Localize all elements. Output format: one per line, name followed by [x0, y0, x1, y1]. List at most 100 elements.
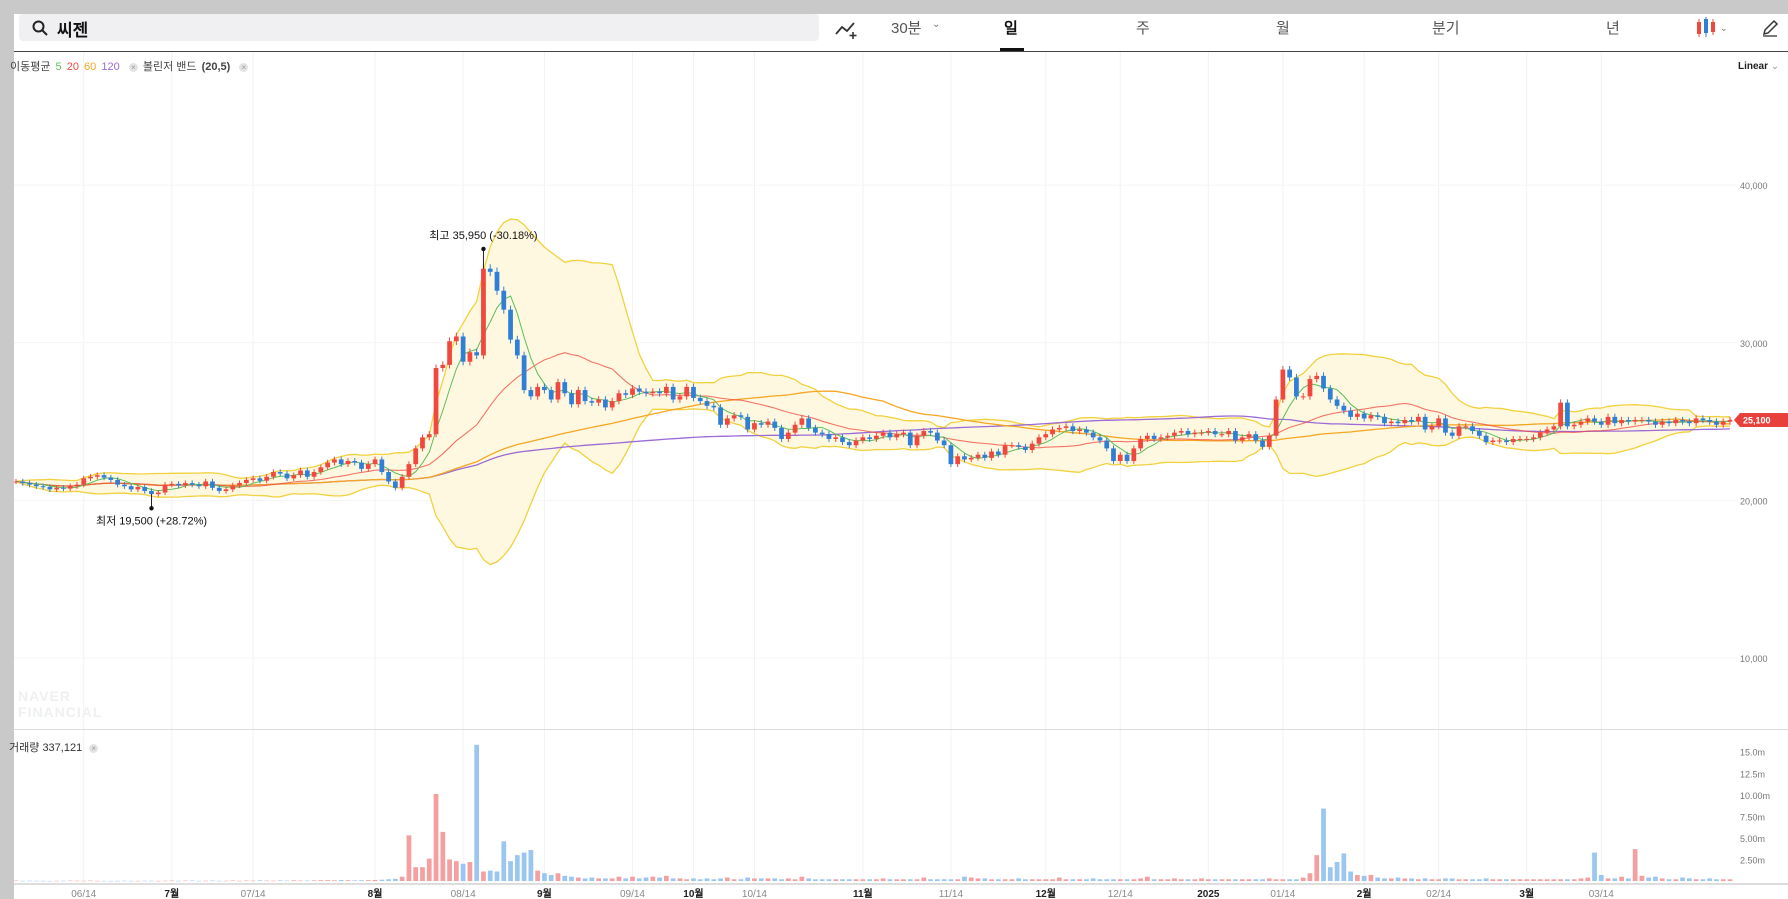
- volume-bar: [1592, 852, 1597, 881]
- candle-type-icon[interactable]: ⌄: [1694, 16, 1730, 40]
- candle-body: [1131, 448, 1137, 461]
- candle-body: [460, 336, 466, 362]
- candle-body: [501, 290, 507, 310]
- bb-label: 볼린저 밴드: [142, 61, 197, 73]
- candle-body: [325, 462, 331, 468]
- volume-bar: [1205, 879, 1211, 881]
- volume-bar: [291, 880, 297, 881]
- volume-bar: [277, 880, 283, 881]
- candle-body: [1443, 418, 1448, 433]
- volume-bar: [1084, 879, 1089, 881]
- volume-bar: [176, 880, 181, 882]
- volume-bar: [27, 880, 32, 882]
- candle-body: [1043, 434, 1049, 438]
- volume-bar: [460, 863, 466, 881]
- volume-bar: [921, 877, 927, 881]
- candle-body: [1314, 375, 1320, 380]
- volume-bar: [1043, 879, 1049, 881]
- candle-body: [731, 415, 737, 419]
- close-icon[interactable]: ×: [89, 743, 99, 753]
- volume-bar: [1151, 879, 1157, 881]
- candle-body: [1009, 445, 1015, 447]
- candle-body: [785, 432, 791, 439]
- tab-year[interactable]: 년: [1606, 17, 1620, 38]
- candle-body: [352, 461, 358, 463]
- candle-body: [1415, 416, 1421, 422]
- volume-bar: [1334, 862, 1340, 881]
- volume-bar: [1199, 878, 1204, 881]
- close-icon[interactable]: ×: [128, 62, 138, 72]
- scale-selector[interactable]: Linear ⌄: [1738, 61, 1779, 72]
- volume-bar: [636, 878, 642, 881]
- tab-month[interactable]: 월: [1276, 17, 1290, 38]
- volume-bar: [521, 852, 527, 881]
- volume-bar: [1348, 871, 1353, 881]
- volume-bar: [738, 879, 744, 881]
- volume-bar: [962, 876, 967, 881]
- volume-bar: [1646, 877, 1652, 881]
- candle-body: [1077, 429, 1082, 432]
- high-annotation: 최고 35,950 (-30.18%): [429, 229, 537, 242]
- candle-body: [474, 352, 480, 356]
- volume-bar: [704, 878, 710, 881]
- search-box[interactable]: 씨젠: [19, 14, 819, 41]
- volume-bar: [569, 876, 574, 881]
- volume-bar: [1720, 879, 1726, 881]
- pencil-icon[interactable]: [1760, 18, 1780, 38]
- volume-bar: [1307, 873, 1313, 881]
- volume-bar: [352, 880, 358, 881]
- volume-bar: [257, 880, 263, 881]
- draw-line-icon[interactable]: [834, 18, 860, 40]
- volume-bar: [372, 879, 378, 881]
- close-icon[interactable]: ×: [239, 62, 249, 72]
- tab-week[interactable]: 주: [1136, 17, 1150, 38]
- search-query[interactable]: 씨젠: [57, 16, 88, 41]
- volume-bar: [894, 879, 900, 881]
- tab-30min[interactable]: 30분: [891, 17, 922, 38]
- volume-bar: [365, 880, 371, 881]
- chevron-down-icon[interactable]: ⌄: [932, 19, 940, 30]
- candle-body: [955, 456, 961, 465]
- x-tick-label: 12월: [1036, 888, 1056, 899]
- candle-body: [386, 472, 391, 482]
- candle-body: [1138, 438, 1143, 449]
- volume-bar: [108, 880, 114, 882]
- volume-bar: [1280, 879, 1286, 881]
- volume-bar: [731, 879, 737, 881]
- volume-bar: [318, 880, 324, 881]
- candle-body: [623, 393, 629, 395]
- volume-bar: [1361, 875, 1367, 881]
- volume-bar: [1585, 877, 1591, 881]
- volume-bar: [819, 879, 825, 881]
- volume-bar: [481, 871, 486, 881]
- volume-bar: [453, 861, 459, 881]
- candle-body: [1084, 429, 1089, 433]
- volume-bar: [1456, 879, 1462, 881]
- volume-bar: [1124, 879, 1130, 881]
- volume-bar: [1131, 879, 1137, 881]
- candle-body: [1341, 405, 1347, 411]
- candle-body: [1673, 420, 1679, 424]
- volume-bar: [271, 880, 276, 882]
- volume-tick-label: 15.0m: [1740, 748, 1765, 758]
- volume-bar: [1246, 879, 1252, 881]
- volume-bar: [230, 880, 236, 881]
- candle-body: [1639, 420, 1645, 422]
- volume-bar: [1341, 853, 1347, 881]
- volume-bar: [494, 871, 500, 881]
- price-chart[interactable]: 06/14 7월 07/14 8월 08/14 9월 09/14 10월 10/14 11월 11/…: [14, 14, 1788, 899]
- candle-body: [128, 486, 134, 490]
- volume-bar: [169, 880, 175, 882]
- candle-body: [819, 432, 825, 435]
- tab-day[interactable]: 일: [1004, 17, 1018, 38]
- candle-body: [1355, 413, 1360, 417]
- candle-body: [1029, 443, 1035, 450]
- active-tab-indicator: [1000, 48, 1024, 51]
- candle-body: [399, 476, 405, 488]
- candle-body: [514, 339, 520, 356]
- tab-quarter[interactable]: 분기: [1432, 17, 1460, 38]
- candle-body: [921, 431, 927, 436]
- candle-body: [1348, 410, 1353, 417]
- volume-bar: [1415, 879, 1421, 881]
- candle-body: [650, 391, 656, 394]
